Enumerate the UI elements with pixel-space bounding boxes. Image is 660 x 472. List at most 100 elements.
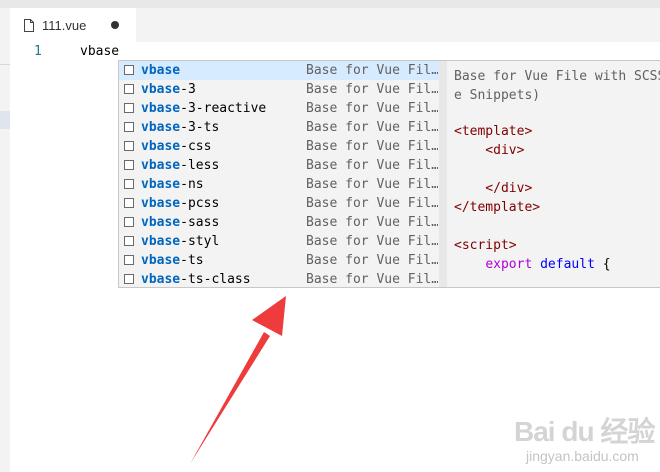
window-top-border [0, 0, 660, 8]
suggest-scrollbar[interactable] [439, 61, 447, 287]
suggest-match-highlight: vbase [141, 272, 181, 287]
suggest-item-suffix: -css [180, 139, 212, 154]
suggest-match-highlight: vbase [141, 177, 181, 192]
suggest-widget[interactable]: vbase Base for Vue Fil… vbase-3 Base for Vu… [118, 60, 448, 288]
suggest-item-label: vbase-3-ts [141, 118, 219, 137]
suggest-match-highlight: vbase [141, 234, 181, 249]
unsaved-dot-icon[interactable] [111, 21, 119, 29]
watermark-url: jingyan.baidu.com [526, 448, 639, 464]
tab-111-vue[interactable]: 111.vue [10, 8, 136, 42]
suggest-item[interactable]: vbase-3-ts Base for Vue Fil… [119, 118, 447, 137]
suggest-item-suffix: -ns [180, 177, 204, 192]
keyword-export: export [485, 257, 533, 272]
snippet-code-line: <div> [454, 143, 525, 158]
suggest-item-label: vbase-3 [141, 80, 196, 99]
snippet-icon [124, 198, 134, 208]
suggest-item-label: vbase-pcss [141, 194, 219, 213]
suggest-item-detail: Base for Vue Fil… [306, 63, 438, 78]
snippet-icon [124, 141, 134, 151]
snippet-code-line: <template> [454, 124, 533, 139]
watermark-text: Bai du 经验 [514, 416, 655, 447]
snippet-code-line [454, 160, 611, 179]
suggest-match-highlight: vbase [141, 101, 181, 116]
sidebar-highlight [0, 111, 10, 129]
suggest-item-detail: Base for Vue Fil… [306, 82, 438, 97]
suggest-item-label: vbase-ts [141, 251, 204, 270]
suggest-item-label: vbase-css [141, 137, 211, 156]
suggest-item[interactable]: vbase-3-reactive Base for Vue Fil… [119, 99, 447, 118]
suggest-match-highlight: vbase [141, 215, 181, 230]
line-number: 1 [34, 44, 42, 59]
snippet-icon [124, 274, 134, 284]
suggest-match-highlight: vbase [141, 196, 181, 211]
suggest-match-highlight: vbase [141, 120, 181, 135]
suggest-item[interactable]: vbase-styl Base for Vue Fil… [119, 232, 447, 251]
snippet-code-line: </div> [454, 181, 533, 196]
suggest-item-suffix: -less [180, 158, 220, 173]
suggest-item-detail: Base for Vue Fil… [306, 196, 438, 211]
suggest-item-label: vbase-styl [141, 232, 219, 251]
snippet-icon [124, 84, 134, 94]
suggest-match-highlight: vbase [141, 82, 181, 97]
activity-bar [0, 8, 10, 472]
suggest-item-detail: Base for Vue Fil… [306, 139, 438, 154]
suggest-item-detail: Base for Vue Fil… [306, 120, 438, 135]
suggest-item[interactable]: vbase-ts Base for Vue Fil… [119, 251, 447, 270]
snippet-preview: <template> <div> </div> </template> <scri… [454, 122, 611, 274]
suggest-item-detail: Base for Vue Fil… [306, 234, 438, 249]
suggest-item-detail: Base for Vue Fil… [306, 272, 438, 287]
suggest-item[interactable]: vbase-sass Base for Vue Fil… [119, 213, 447, 232]
code-line[interactable]: vbase [80, 43, 119, 61]
snippet-icon [124, 255, 134, 265]
suggest-item[interactable]: vbase-ns Base for Vue Fil… [119, 175, 447, 194]
suggest-match-highlight: vbase [141, 158, 181, 173]
snippet-icon [124, 103, 134, 113]
suggest-item[interactable]: vbase-less Base for Vue Fil… [119, 156, 447, 175]
suggest-item[interactable]: vbase Base for Vue Fil… [119, 61, 447, 80]
snippet-icon [124, 65, 134, 75]
suggest-item-detail: Base for Vue Fil… [306, 101, 438, 116]
suggest-item-detail: Base for Vue Fil… [306, 215, 438, 230]
keyword-default: default [540, 257, 595, 272]
suggest-match-highlight: vbase [141, 63, 181, 78]
suggest-item[interactable]: vbase-3 Base for Vue Fil… [119, 80, 447, 99]
suggest-match-highlight: vbase [141, 253, 181, 268]
snippet-icon [124, 179, 134, 189]
suggest-item-suffix: -3 [180, 82, 196, 97]
suggest-item-detail: Base for Vue Fil… [306, 177, 438, 192]
baidu-watermark: Bai du 经验 jingyan.baidu.com [506, 408, 656, 468]
suggest-item-suffix: -3-reactive [180, 101, 267, 116]
suggest-item-suffix: -3-ts [180, 120, 220, 135]
activity-divider [0, 64, 10, 65]
suggest-item-label: vbase [141, 61, 180, 80]
suggest-item-suffix: -ts-class [180, 272, 251, 287]
suggest-item-label: vbase-ts-class [141, 270, 251, 287]
snippet-icon [124, 217, 134, 227]
snippet-code-line: export default { [454, 255, 611, 274]
suggest-match-highlight: vbase [141, 139, 181, 154]
snippet-description: Base for Vue File with SCSS e Snippets) [454, 69, 660, 103]
snippet-code-line: <script> [454, 238, 517, 253]
suggest-item[interactable]: vbase-css Base for Vue Fil… [119, 137, 447, 156]
suggest-item-suffix: -ts [180, 253, 204, 268]
suggest-item-detail: Base for Vue Fil… [306, 158, 438, 173]
snippet-icon [124, 160, 134, 170]
snippet-code-line [454, 217, 611, 236]
tab-label: 111.vue [42, 17, 87, 33]
suggest-item[interactable]: vbase-pcss Base for Vue Fil… [119, 194, 447, 213]
brace: { [594, 257, 611, 272]
suggest-item-label: vbase-sass [141, 213, 219, 232]
suggest-item-label: vbase-ns [141, 175, 204, 194]
snippet-code-line: </template> [454, 200, 541, 215]
suggest-item-suffix: -styl [180, 234, 220, 249]
snippet-icon [124, 122, 134, 132]
suggest-details-panel: Base for Vue File with SCSS e Snippets) … [447, 60, 660, 288]
suggest-item-detail: Base for Vue Fil… [306, 253, 438, 268]
suggest-item-suffix: -sass [180, 215, 220, 230]
file-icon [24, 18, 34, 32]
suggest-item-label: vbase-less [141, 156, 219, 175]
snippet-icon [124, 236, 134, 246]
suggest-item-suffix: -pcss [180, 196, 220, 211]
suggest-item-label: vbase-3-reactive [141, 99, 266, 118]
suggest-item[interactable]: vbase-ts-class Base for Vue Fil… [119, 270, 447, 287]
